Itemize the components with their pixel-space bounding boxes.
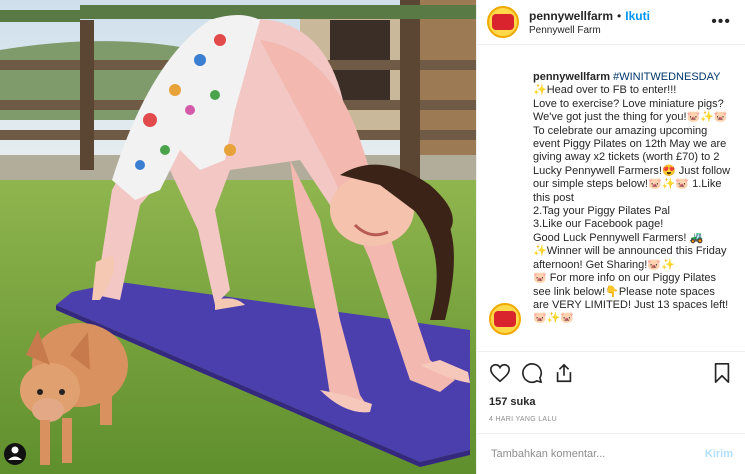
caption-avatar[interactable] xyxy=(489,303,521,335)
location-link[interactable]: Pennywell Farm xyxy=(529,25,707,36)
farm-logo xyxy=(494,311,516,327)
post-time[interactable]: 4 HARI YANG LALU xyxy=(489,416,733,423)
farm-logo xyxy=(492,14,514,30)
header-text: pennywellfarm • Ikuti Pennywell Farm xyxy=(529,9,707,36)
caption-username[interactable]: pennywellfarm xyxy=(533,71,610,83)
header-line: pennywellfarm • Ikuti xyxy=(529,9,707,23)
comment-icon[interactable] xyxy=(521,362,543,384)
profile-avatar[interactable] xyxy=(487,6,519,38)
action-bar: 157 suka 4 HARI YANG LALU xyxy=(477,351,745,433)
caption-area: pennywellfarm #WINITWEDNESDAY ✨Head over… xyxy=(477,45,745,351)
action-icons xyxy=(489,352,733,394)
comment-box: Kirim xyxy=(477,433,745,474)
comment-input[interactable] xyxy=(489,447,705,461)
share-icon[interactable] xyxy=(553,362,575,384)
separator-dot: • xyxy=(617,8,622,23)
more-icon[interactable]: ••• xyxy=(707,13,735,31)
header-username[interactable]: pennywellfarm xyxy=(529,9,613,23)
likes-count[interactable]: 157 suka xyxy=(489,396,733,408)
caption-body: ✨Head over to FB to enter!!! Love to exe… xyxy=(533,84,731,325)
post-sidebar: pennywellfarm • Ikuti Pennywell Farm •••… xyxy=(476,0,745,474)
caption-hashtag[interactable]: #WINITWEDNESDAY xyxy=(613,71,720,83)
follow-button[interactable]: Ikuti xyxy=(625,9,650,23)
bookmark-icon[interactable] xyxy=(711,362,733,384)
post-photo[interactable] xyxy=(0,0,476,474)
heart-icon[interactable] xyxy=(489,362,511,384)
yoga-pig-photo xyxy=(0,0,476,474)
caption: pennywellfarm #WINITWEDNESDAY ✨Head over… xyxy=(533,71,733,326)
post-comment-button[interactable]: Kirim xyxy=(705,448,733,460)
post-header: pennywellfarm • Ikuti Pennywell Farm ••• xyxy=(477,0,745,45)
instagram-post: pennywellfarm • Ikuti Pennywell Farm •••… xyxy=(0,0,745,474)
